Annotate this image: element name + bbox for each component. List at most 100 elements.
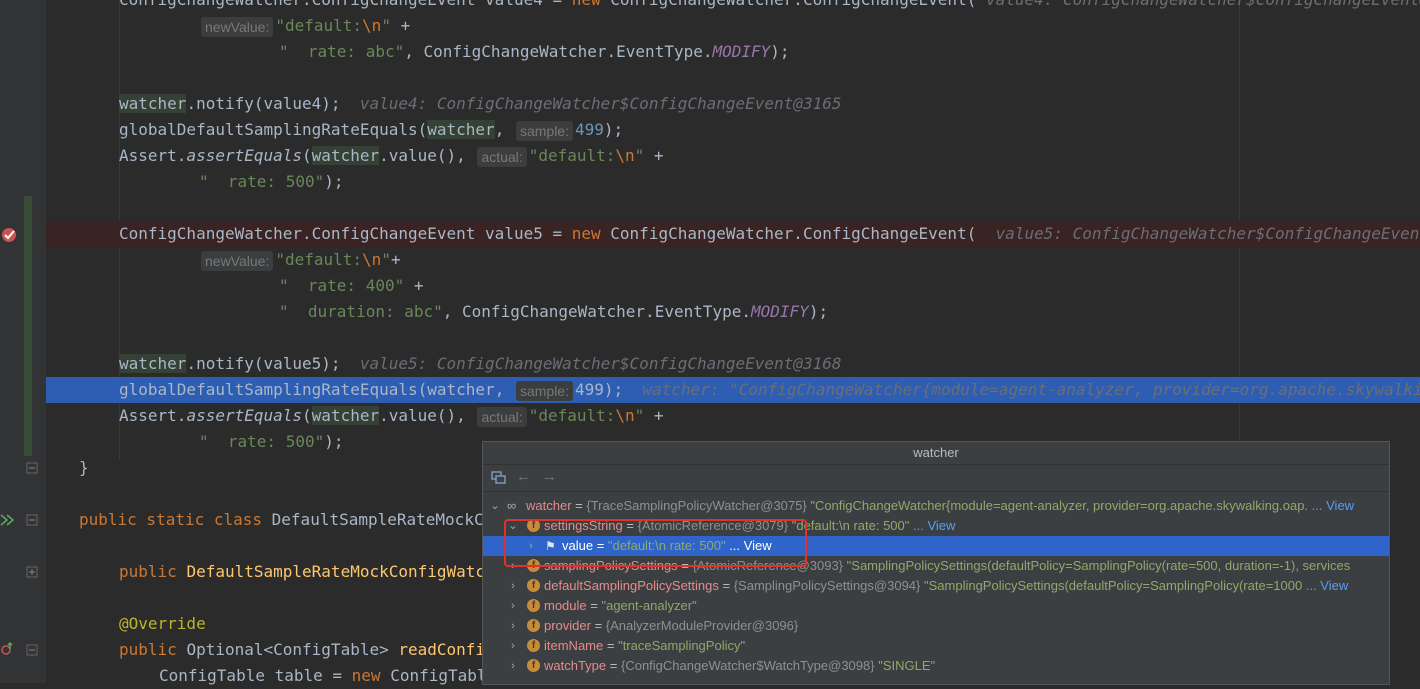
code-token: public (119, 562, 187, 581)
view-link[interactable]: ... View (1312, 498, 1354, 513)
code-token: "default: (528, 406, 616, 425)
editor-gutter[interactable] (0, 0, 46, 683)
code-token: .notify(value5); (186, 354, 360, 373)
code-line[interactable]: " rate: abc", ConfigChangeWatcher.EventT… (46, 39, 1420, 65)
code-token: , ConfigChangeWatcher.EventType. (442, 302, 752, 321)
inline-debug-value: value4: ConfigChangeWatcher$ConfigChange… (359, 94, 842, 113)
code-token: globalDefaultSamplingRateEquals( (119, 380, 428, 399)
collapsed-arrow-icon[interactable]: › (507, 616, 519, 636)
code-text: ConfigChangeWatcher.ConfigChangeEvent va… (119, 0, 1420, 13)
variable-value: "SamplingPolicySettings(defaultPolicy=Sa… (924, 578, 1303, 593)
code-token: MODIFY (712, 42, 771, 61)
code-text: } (79, 455, 89, 481)
code-token: "default: (275, 250, 363, 269)
tree-node[interactable]: › f provider = {AnalyzerModuleProvider@309… (483, 616, 1389, 636)
code-token: \n (362, 16, 382, 35)
code-text: Assert.assertEquals(watcher.value(), act… (119, 403, 664, 429)
variable-reference: {ConfigChangeWatcher$WatchType@3098} (620, 658, 875, 673)
code-token: public (119, 640, 187, 659)
code-token: .value(), (379, 406, 476, 425)
code-line[interactable]: Assert.assertEquals(watcher.value(), act… (46, 403, 1420, 429)
code-line[interactable]: " rate: 500"); (46, 169, 1420, 195)
code-token: Optional<ConfigTable> (186, 640, 399, 659)
code-token: " (634, 406, 645, 425)
variable-name: defaultSamplingPolicySettings (544, 578, 719, 593)
code-token: + (390, 250, 401, 269)
fold-icon[interactable] (26, 462, 38, 474)
collapsed-arrow-icon[interactable]: › (507, 656, 519, 676)
variable-name: watchType (544, 658, 607, 673)
code-token: "default: (275, 16, 363, 35)
tree-node[interactable]: › f itemName = "traceSamplingPolicy" (483, 636, 1389, 656)
code-token: " (381, 250, 391, 269)
code-token: .value(), (379, 146, 476, 165)
add-to-watches-icon[interactable] (491, 471, 507, 485)
fold-icon-constructor[interactable] (26, 566, 38, 578)
parameter-hint: actual: (477, 146, 527, 167)
tree-node[interactable]: › f defaultSamplingPolicySettings = {Sampl… (483, 576, 1389, 596)
code-line[interactable]: " rate: 400" + (46, 273, 1420, 299)
parameter-hint: actual: (477, 406, 527, 427)
collapsed-arrow-icon[interactable]: › (507, 576, 519, 596)
code-line[interactable]: watcher.notify(value5); value5: ConfigCh… (46, 351, 1420, 377)
code-token: " rate: 500" (199, 432, 325, 451)
code-token: + (644, 146, 664, 165)
code-token: 499); (574, 380, 643, 399)
forward-arrow-icon[interactable]: → (542, 468, 557, 485)
code-token: readConfig (398, 640, 495, 659)
code-token: ConfigTable table = (159, 666, 352, 685)
view-link[interactable]: ... View (1306, 578, 1348, 593)
code-token: .notify(value4); (186, 94, 360, 113)
fold-icon-method[interactable] (26, 644, 38, 656)
breakpoint-icon[interactable] (0, 226, 18, 244)
expanded-arrow-icon[interactable]: ⌄ (489, 496, 501, 516)
code-token: \n (615, 146, 635, 165)
tree-node[interactable]: › f watchType = {ConfigChangeWatcher$Watch… (483, 656, 1389, 676)
code-token: + (390, 16, 411, 35)
code-token: watcher (119, 94, 187, 113)
popup-toolbar: ← → (483, 465, 1389, 492)
field-icon: f (527, 639, 540, 652)
back-arrow-icon[interactable]: ← (516, 468, 531, 485)
code-token: "default: (528, 146, 616, 165)
collapsed-arrow-icon[interactable]: › (507, 636, 519, 656)
code-line[interactable]: ConfigChangeWatcher.ConfigChangeEvent va… (46, 0, 1420, 13)
code-token: public static class (79, 510, 272, 529)
code-line[interactable]: ConfigChangeWatcher.ConfigChangeEvent va… (46, 221, 1420, 247)
parameter-hint: sample: (515, 120, 573, 141)
vcs-change-bar[interactable] (24, 196, 32, 456)
code-text: newValue: "default:\n" + (199, 13, 410, 39)
code-token: \n (362, 250, 382, 269)
fold-icon-class[interactable] (26, 514, 38, 526)
collapsed-arrow-icon[interactable]: › (507, 596, 519, 616)
code-token: " duration: abc" (279, 302, 443, 321)
view-link[interactable]: ... View (913, 518, 955, 533)
implementing-method-icon[interactable] (0, 513, 16, 527)
tree-node[interactable]: › f module = "agent-analyzer" (483, 596, 1389, 616)
parameter-hint: sample: (515, 380, 573, 401)
code-token: assertEquals (186, 146, 303, 165)
field-icon: f (527, 599, 540, 612)
variable-value: "SINGLE" (878, 658, 936, 673)
code-line[interactable]: newValue: "default:\n" + (46, 13, 1420, 39)
code-line[interactable]: globalDefaultSamplingRateEquals(watcher,… (46, 377, 1420, 403)
code-line[interactable]: newValue: "default:\n"+ (46, 247, 1420, 273)
code-line[interactable]: " duration: abc", ConfigChangeWatcher.Ev… (46, 299, 1420, 325)
code-token: Assert. (119, 406, 187, 425)
code-line[interactable]: globalDefaultSamplingRateEquals(watcher,… (46, 117, 1420, 143)
tree-node-label: module = "agent-analyzer" (544, 598, 697, 613)
tree-node[interactable]: ⌄ ∞ watcher = {TraceSamplingPolicyWatcher@… (483, 496, 1389, 516)
code-text: ConfigChangeWatcher.ConfigChangeEvent va… (119, 221, 1420, 247)
code-token: DefaultSampleRateMockConfigWatcher (186, 562, 514, 581)
code-line[interactable]: watcher.notify(value4); value4: ConfigCh… (46, 91, 1420, 117)
code-text: " duration: abc", ConfigChangeWatcher.Ev… (279, 299, 828, 325)
tree-node-label: provider = {AnalyzerModuleProvider@3096} (544, 618, 799, 633)
code-token: , (494, 380, 514, 399)
code-text: " rate: abc", ConfigChangeWatcher.EventT… (279, 39, 790, 65)
tree-node-label: defaultSamplingPolicySettings = {Samplin… (544, 578, 1349, 593)
override-method-icon[interactable] (0, 641, 16, 657)
code-line[interactable]: Assert.assertEquals(watcher.value(), act… (46, 143, 1420, 169)
code-token: ); (770, 42, 790, 61)
code-token: " (634, 146, 645, 165)
code-text: @Override (119, 611, 206, 637)
